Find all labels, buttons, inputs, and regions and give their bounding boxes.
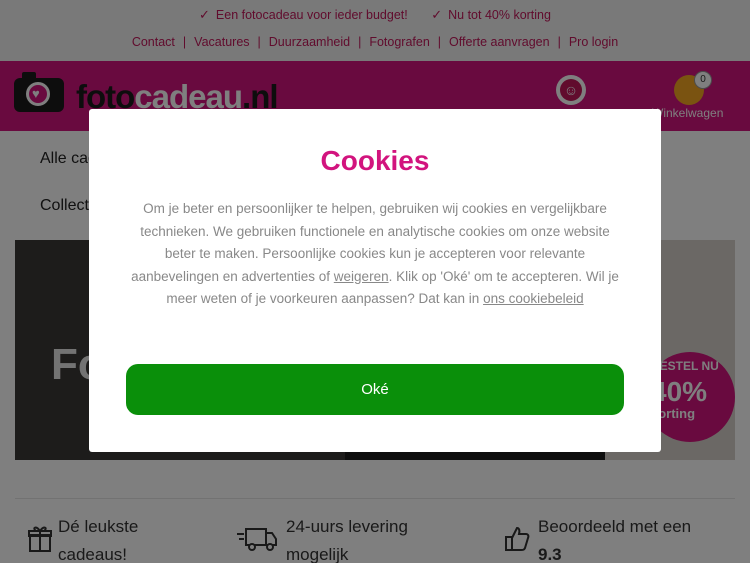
cookie-dialog-title: Cookies [320,145,430,176]
refuse-cookies-link[interactable]: weigeren [334,269,389,284]
cookie-dialog: Cookies Om je beter en persoonlijker te … [89,109,661,452]
cookie-dialog-text: Om je beter en persoonlijker te helpen, … [123,198,627,311]
cookie-policy-link[interactable]: ons cookiebeleid [483,291,584,306]
accept-cookies-button[interactable]: Oké [126,364,624,415]
